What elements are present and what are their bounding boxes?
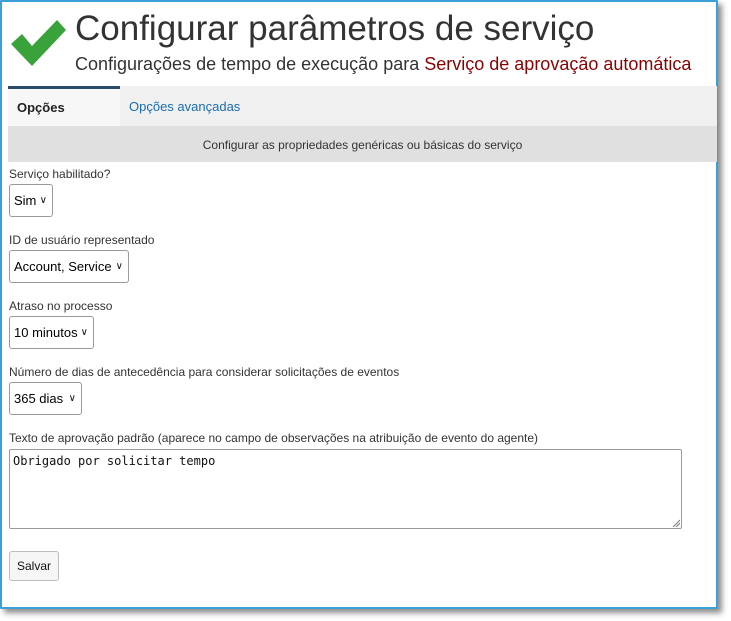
- days-ahead-label: Número de dias de antecedência para cons…: [9, 365, 400, 379]
- represented-user-value: Account, Service: [14, 259, 112, 274]
- chevron-down-icon: ∨: [115, 261, 123, 272]
- process-delay-select[interactable]: 10 minutos ∨: [9, 316, 94, 349]
- chevron-down-icon: ∨: [80, 327, 88, 338]
- service-enabled-value: Sim: [14, 193, 37, 208]
- checkmark-icon: [11, 20, 66, 66]
- page-title: Configurar parâmetros de serviço: [75, 9, 595, 48]
- approval-text-label: Texto de aprovação padrão (aparece no ca…: [9, 431, 539, 445]
- resize-grip-icon[interactable]: [672, 519, 680, 527]
- page-subtitle: Configurações de tempo de execução para …: [75, 54, 691, 75]
- process-delay-value: 10 minutos: [14, 325, 78, 340]
- service-enabled-label: Serviço habilitado?: [9, 167, 111, 181]
- save-button[interactable]: Salvar: [9, 551, 59, 581]
- process-delay-label: Atraso no processo: [9, 299, 113, 313]
- tab-basic-options[interactable]: Opções básicas: [8, 86, 120, 152]
- days-ahead-select[interactable]: 365 dias ∨: [9, 382, 82, 415]
- tab-bar: Opções básicas Opções avançadas: [8, 86, 717, 152]
- chevron-down-icon: ∨: [39, 195, 47, 206]
- days-ahead-value: 365 dias: [14, 391, 64, 406]
- tab-advanced-options[interactable]: Opções avançadas: [120, 86, 249, 126]
- approval-text-value: Obrigado por solicitar tempo: [13, 454, 216, 468]
- represented-user-select[interactable]: Account, Service ∨: [9, 250, 129, 283]
- subtitle-prefix: Configurações de tempo de execução para: [75, 54, 420, 74]
- service-name: Serviço de aprovação automática: [424, 54, 692, 74]
- service-enabled-select[interactable]: Sim ∨: [9, 184, 53, 217]
- approval-text-field[interactable]: Obrigado por solicitar tempo: [9, 449, 682, 529]
- chevron-down-icon: ∨: [68, 393, 76, 404]
- tab-description: Configurar as propriedades genéricas ou …: [8, 126, 717, 162]
- dialog-frame: Configurar parâmetros de serviço Configu…: [0, 0, 718, 609]
- represented-user-label: ID de usuário representado: [9, 233, 155, 247]
